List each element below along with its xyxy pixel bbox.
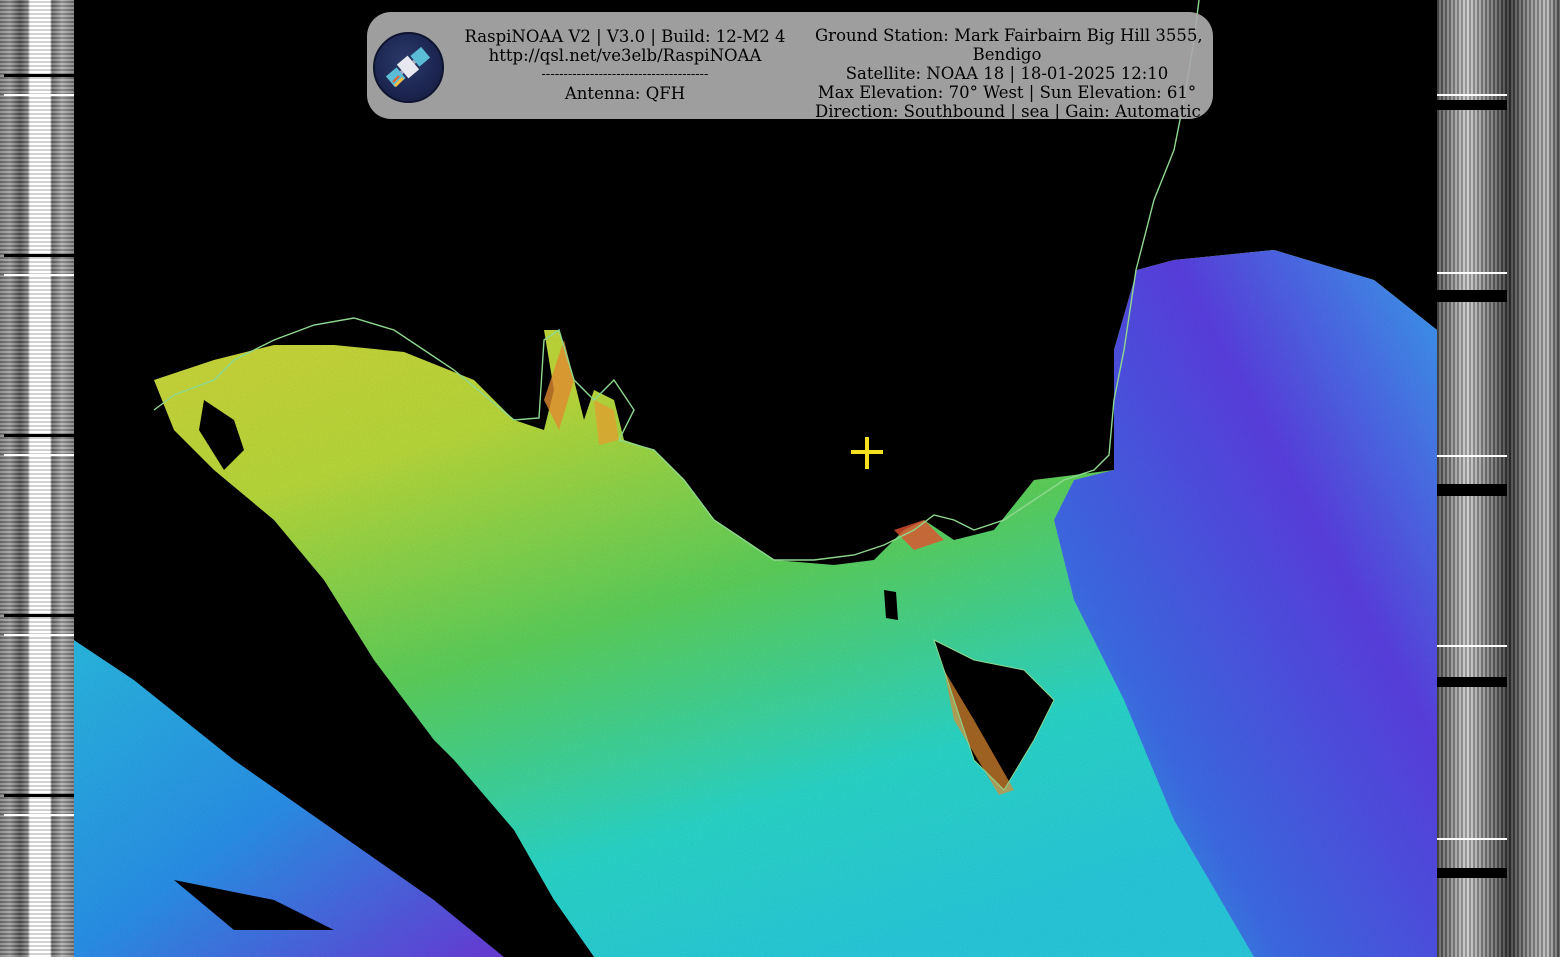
info-overlay: RaspiNOAA V2 | V3.0 | Build: 12-M2 4 htt… — [367, 12, 1213, 121]
sync-mark — [4, 94, 74, 96]
ground-station: Ground Station: Mark Fairbairn Big Hill … — [815, 26, 1203, 45]
sync-mark — [4, 254, 74, 257]
satellite-pass: Satellite: NOAA 18 | 18-01-2025 12:10 — [845, 64, 1169, 83]
software-version: RaspiNOAA V2 | V3.0 | Build: 12-M2 4 — [464, 27, 786, 46]
direction-info: Direction: Southbound | sea | Gain: Auto… — [815, 102, 1201, 121]
telemetry-block — [1437, 677, 1507, 687]
software-info: RaspiNOAA V2 | V3.0 | Build: 12-M2 4 htt… — [447, 27, 803, 103]
sync-mark — [4, 814, 74, 816]
telemetry-block — [1437, 868, 1507, 878]
telemetry-tick — [1437, 645, 1507, 647]
telemetry-tick — [1437, 94, 1507, 96]
telemetry-block — [1437, 100, 1507, 110]
sync-mark — [4, 454, 74, 456]
sync-mark — [4, 434, 74, 437]
lake — [884, 590, 898, 620]
telemetry-block — [1437, 290, 1507, 302]
antenna-info: Antenna: QFH — [564, 84, 686, 103]
separator: -------------------------------------- — [541, 67, 709, 82]
elevation-info: Max Elevation: 70° West | Sun Elevation:… — [817, 83, 1197, 102]
left-telemetry-strip — [0, 0, 74, 957]
sync-mark — [4, 794, 74, 797]
software-url: http://qsl.net/ve3elb/RaspiNOAA — [488, 46, 762, 65]
sync-mark — [4, 634, 74, 636]
right-telemetry-strip — [1437, 0, 1560, 957]
telemetry-tick — [1437, 838, 1507, 840]
pass-info: Ground Station: Mark Fairbairn Big Hill … — [815, 26, 1203, 121]
telemetry-block — [1437, 484, 1507, 496]
sync-mark — [4, 74, 74, 77]
telemetry-tick — [1437, 455, 1507, 457]
ground-station-city: Bendigo — [972, 45, 1042, 64]
satellite-image — [74, 0, 1437, 957]
sync-mark — [4, 614, 74, 617]
sync-mark — [4, 274, 74, 276]
satellite-logo-icon — [373, 32, 444, 103]
telemetry-tick — [1437, 272, 1507, 274]
